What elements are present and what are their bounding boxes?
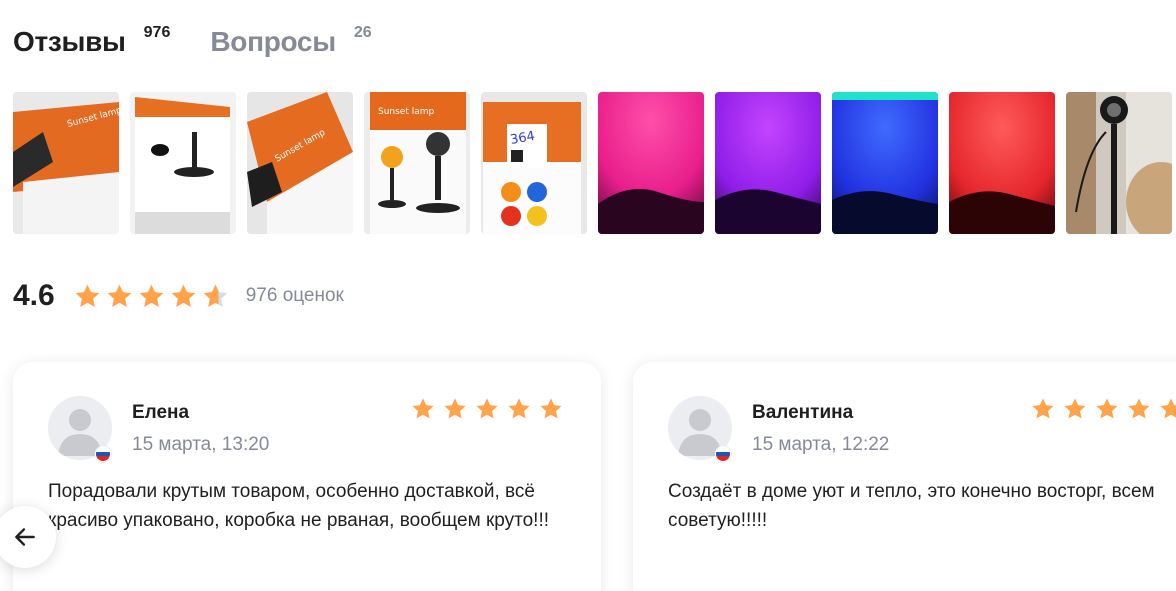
photo-thumbnail[interactable] bbox=[949, 92, 1055, 234]
review-text: Создаёт в доме уют и тепло, это конечно … bbox=[668, 481, 1155, 531]
star-icon bbox=[412, 398, 434, 419]
svg-text:Sunset lamp: Sunset lamp bbox=[378, 107, 435, 117]
review-text: Порадовали крутым товаром, особенно дост… bbox=[48, 481, 550, 531]
photo-lamp-room-image bbox=[1066, 92, 1172, 234]
review-card: Елена 15 марта, 13:20 Порадовали крутым … bbox=[13, 362, 601, 591]
review-photos-strip: Sunset lamp Sunset lamp Sunset lamp 364 bbox=[13, 92, 1172, 234]
tab-questions-count: 26 bbox=[353, 24, 372, 41]
review-stars bbox=[410, 396, 564, 422]
star-icon bbox=[444, 398, 466, 419]
photo-red-light-image bbox=[949, 92, 1055, 234]
photo-thumbnail[interactable]: Sunset lamp bbox=[364, 92, 470, 234]
photo-thumbnail[interactable]: Sunset lamp bbox=[247, 92, 353, 234]
russia-flag-icon bbox=[715, 446, 731, 462]
star-icon bbox=[540, 398, 562, 419]
star-icon bbox=[139, 284, 163, 307]
photo-thumbnail[interactable]: Sunset lamp bbox=[13, 92, 119, 234]
review-author: Елена bbox=[132, 402, 190, 423]
review-author: Валентина bbox=[752, 402, 854, 423]
photo-thumbnail[interactable] bbox=[715, 92, 821, 234]
tab-questions-label: Вопросы bbox=[210, 26, 336, 57]
photo-purple-light-image bbox=[715, 92, 821, 234]
rating-value: 4.6 bbox=[13, 279, 55, 312]
photo-thumbnail[interactable]: 364 bbox=[481, 92, 587, 234]
photo-thumbnail[interactable] bbox=[598, 92, 704, 234]
review-card: Валентина 15 марта, 12:22 Создаёт в доме… bbox=[633, 362, 1176, 591]
review-tabs: Отзывы 976 Вопросы 26 bbox=[13, 22, 372, 62]
star-icon bbox=[107, 284, 131, 307]
photo-thumbnail[interactable] bbox=[1066, 92, 1172, 234]
photo-box-back-image: 364 bbox=[481, 92, 587, 234]
rating-stars bbox=[73, 282, 230, 311]
russia-flag-icon bbox=[95, 446, 111, 462]
photo-thumbnail[interactable] bbox=[130, 92, 236, 234]
photo-blue-light-image bbox=[832, 92, 938, 234]
photo-thumbnail[interactable] bbox=[832, 92, 938, 234]
photo-box-front-image: Sunset lamp bbox=[364, 92, 470, 234]
tab-questions[interactable]: Вопросы 26 bbox=[210, 22, 371, 62]
tab-reviews-count: 976 bbox=[143, 24, 171, 41]
star-icon bbox=[1096, 398, 1118, 419]
photo-box-inside-image bbox=[130, 92, 236, 234]
star-half-icon bbox=[203, 284, 227, 307]
star-icon bbox=[1064, 398, 1086, 419]
arrow-left-icon bbox=[15, 528, 35, 546]
star-icon bbox=[1160, 398, 1176, 419]
rating-summary: 4.6 976 оценок bbox=[13, 278, 344, 314]
photo-pink-light-image bbox=[598, 92, 704, 234]
tab-reviews[interactable]: Отзывы 976 bbox=[13, 22, 170, 62]
photo-box-open-2-image: Sunset lamp bbox=[247, 92, 353, 234]
star-icon bbox=[1032, 398, 1054, 419]
rating-count: 976 оценок bbox=[245, 285, 344, 306]
tab-reviews-label: Отзывы bbox=[13, 26, 126, 57]
star-icon bbox=[1128, 398, 1150, 419]
star-icon bbox=[75, 284, 99, 307]
review-stars bbox=[1030, 396, 1176, 422]
star-icon bbox=[476, 398, 498, 419]
star-icon bbox=[171, 284, 195, 307]
photo-box-open-1-image: Sunset lamp bbox=[13, 92, 119, 234]
review-date: 15 марта, 13:20 bbox=[132, 434, 270, 455]
review-date: 15 марта, 12:22 bbox=[752, 434, 890, 455]
star-icon bbox=[508, 398, 530, 419]
